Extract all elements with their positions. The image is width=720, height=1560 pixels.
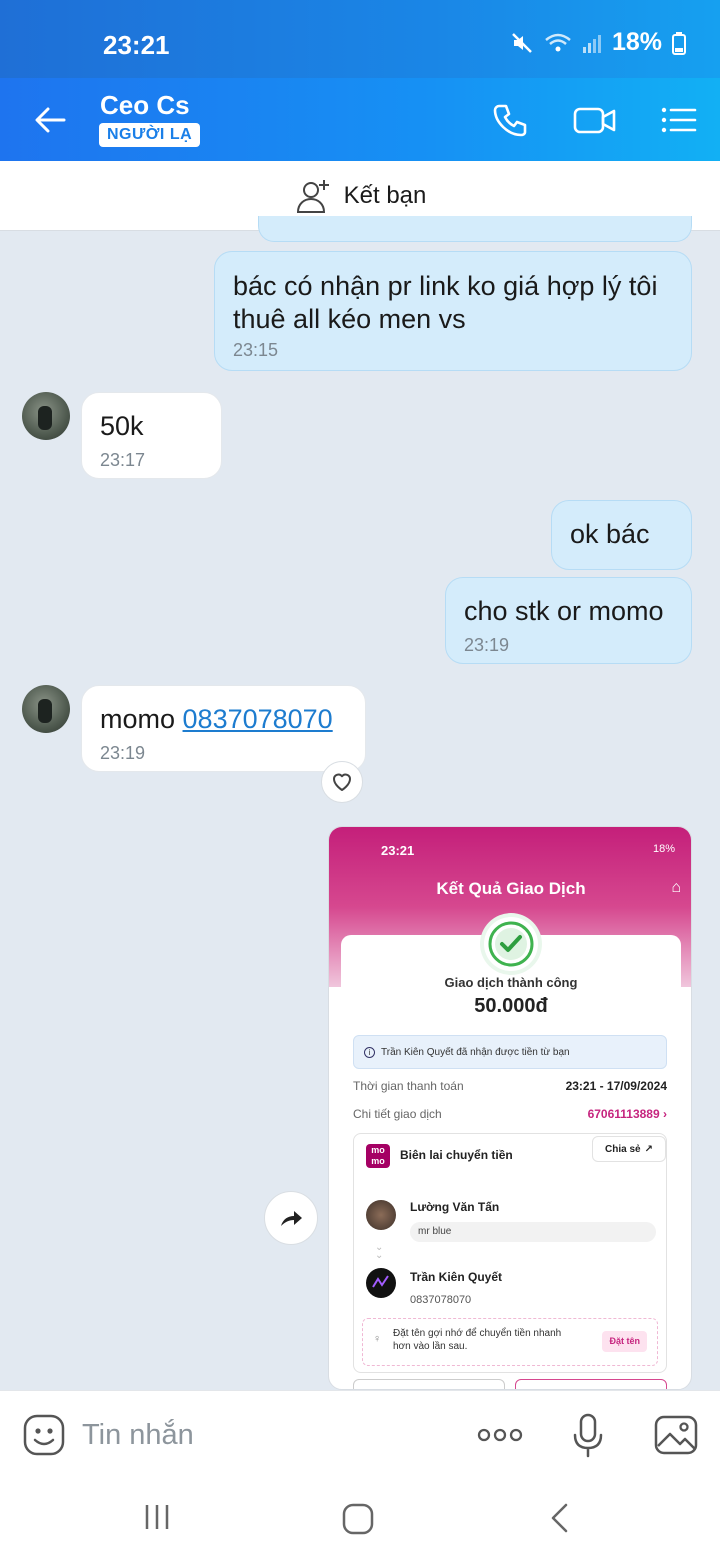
momo-info-banner: i Trần Kiên Quyết đã nhận được tiền từ b… xyxy=(353,1035,667,1069)
contact-avatar[interactable] xyxy=(22,685,70,733)
home-icon: ⌂ xyxy=(671,879,681,896)
forward-button[interactable] xyxy=(264,1191,318,1245)
message-text-prefix: momo xyxy=(100,704,183,734)
share-arrow-icon: ↗ xyxy=(644,1143,653,1155)
momo-title: Kết Quả Giao Dịch xyxy=(436,879,586,898)
sender-avatar xyxy=(366,1200,396,1230)
image-icon[interactable] xyxy=(654,1413,698,1457)
signal-icon xyxy=(582,34,601,53)
momo-bottom-buttons xyxy=(353,1379,505,1389)
message-text: 50k xyxy=(100,411,144,441)
momo-info-text: Trần Kiên Quyết đã nhận được tiền từ bạn xyxy=(381,1046,570,1058)
status-time: 23:21 xyxy=(103,30,170,60)
momo-receipt-label: Biên lai chuyển tiền xyxy=(400,1148,513,1162)
message-bubble[interactable]: bác có nhận pr link ko giá hợp lý tôi th… xyxy=(214,251,692,371)
message-bubble[interactable]: cho stk or momo 23:19 xyxy=(445,577,692,664)
success-check-icon xyxy=(484,917,538,971)
mute-icon xyxy=(512,32,532,53)
receiver-avatar xyxy=(366,1268,396,1298)
menu-list-icon[interactable] xyxy=(658,100,698,140)
momo-hint-text: Đặt tên gợi nhớ để chuyển tiền nhanh hơn… xyxy=(393,1328,562,1352)
message-text: momo 0837078070 xyxy=(100,704,347,735)
momo-receipt-box: mo mo Biên lai chuyển tiền Chia sẻ ↗ Lườn… xyxy=(353,1133,667,1373)
more-icon[interactable] xyxy=(476,1423,524,1447)
message-text: bác có nhận pr link ko giá hợp lý tôi th… xyxy=(233,271,658,334)
momo-hint-button: Đặt tên xyxy=(602,1331,647,1352)
momo-status-time: 23:21 xyxy=(381,843,415,858)
momo-bottom-buttons-2 xyxy=(515,1379,667,1389)
momo-memo: mr blue xyxy=(410,1222,656,1242)
momo-pay-time-value: 23:21 - 17/09/2024 xyxy=(565,1079,667,1093)
heart-icon xyxy=(333,773,351,791)
message-input[interactable]: Tin nhắn xyxy=(82,1419,194,1452)
react-heart-button[interactable] xyxy=(321,761,363,803)
nav-back-icon[interactable] xyxy=(548,1502,572,1534)
recent-apps-icon[interactable] xyxy=(142,1502,172,1532)
momo-share-button: Chia sẻ ↗ xyxy=(592,1136,666,1162)
image-message[interactable]: 23:21 18% Kết Quả Giao Dịch ⌂ Giao dịch … xyxy=(328,826,692,1390)
back-arrow-icon[interactable] xyxy=(30,100,70,140)
home-button-icon[interactable] xyxy=(341,1502,375,1536)
momo-logo: mo mo xyxy=(366,1144,390,1168)
chevrons-down-icon: ⌄ ⌄ xyxy=(375,1242,384,1261)
message-time: 23:17 xyxy=(100,450,146,470)
emoji-icon[interactable] xyxy=(22,1413,66,1457)
momo-success-text: Giao dịch thành công xyxy=(444,975,578,990)
chat-header: Ceo Cs NGƯỜI LẠ xyxy=(0,78,720,161)
add-friend-label: Kết bạn xyxy=(343,181,427,209)
system-nav-bar xyxy=(0,1478,720,1560)
momo-detail-label: Chi tiết giao dịch xyxy=(353,1107,442,1121)
stranger-badge: NGƯỜI LẠ xyxy=(99,123,201,147)
momo-hint: ♀ Đặt tên gợi nhớ để chuyển tiền nhanh h… xyxy=(362,1318,658,1366)
message-input-bar: Tin nhắn xyxy=(0,1390,720,1478)
momo-pay-time-row: Thời gian thanh toán 23:21 - 17/09/2024 xyxy=(353,1079,667,1093)
phone-link[interactable]: 0837078070 xyxy=(183,704,333,734)
info-icon: i xyxy=(364,1046,375,1058)
contact-avatar[interactable] xyxy=(22,392,70,440)
phone-icon[interactable] xyxy=(490,100,530,140)
message-time: 23:15 xyxy=(233,340,279,360)
message-text: ok bác xyxy=(570,519,650,549)
message-bubble[interactable]: ok bác xyxy=(551,500,692,570)
momo-receiver-phone: 0837078070 xyxy=(410,1294,472,1306)
contact-name[interactable]: Ceo Cs xyxy=(100,90,190,121)
momo-detail-value: 67061113889 › xyxy=(587,1107,667,1121)
wifi-icon xyxy=(545,33,571,51)
momo-pay-time-label: Thời gian thanh toán xyxy=(353,1079,464,1093)
momo-receiver-name: Trần Kiên Quyết xyxy=(410,1270,503,1284)
message-time: 23:19 xyxy=(100,743,146,763)
microphone-icon[interactable] xyxy=(572,1413,604,1459)
battery-icon xyxy=(672,31,686,55)
momo-amount: 50.000đ xyxy=(474,995,548,1017)
message-time: 23:19 xyxy=(464,635,510,655)
status-icons: 18% xyxy=(510,28,686,57)
message-bubble[interactable]: 50k 23:17 xyxy=(81,392,222,479)
momo-sender-name: Lường Văn Tấn xyxy=(410,1200,500,1214)
message-bubble-partial xyxy=(258,216,692,242)
add-friend-icon xyxy=(296,179,329,213)
message-text: cho stk or momo xyxy=(464,596,664,626)
battery-level: 18% xyxy=(611,28,662,56)
message-bubble[interactable]: momo 0837078070 23:19 xyxy=(81,685,366,772)
video-call-icon[interactable] xyxy=(572,100,618,140)
momo-detail-row: Chi tiết giao dịch 67061113889 › xyxy=(353,1107,667,1121)
share-icon xyxy=(281,1211,302,1226)
lightbulb-icon: ♀ xyxy=(373,1333,382,1345)
status-bar: 23:21 18% xyxy=(0,0,720,78)
momo-status-battery: 18% xyxy=(652,843,675,855)
